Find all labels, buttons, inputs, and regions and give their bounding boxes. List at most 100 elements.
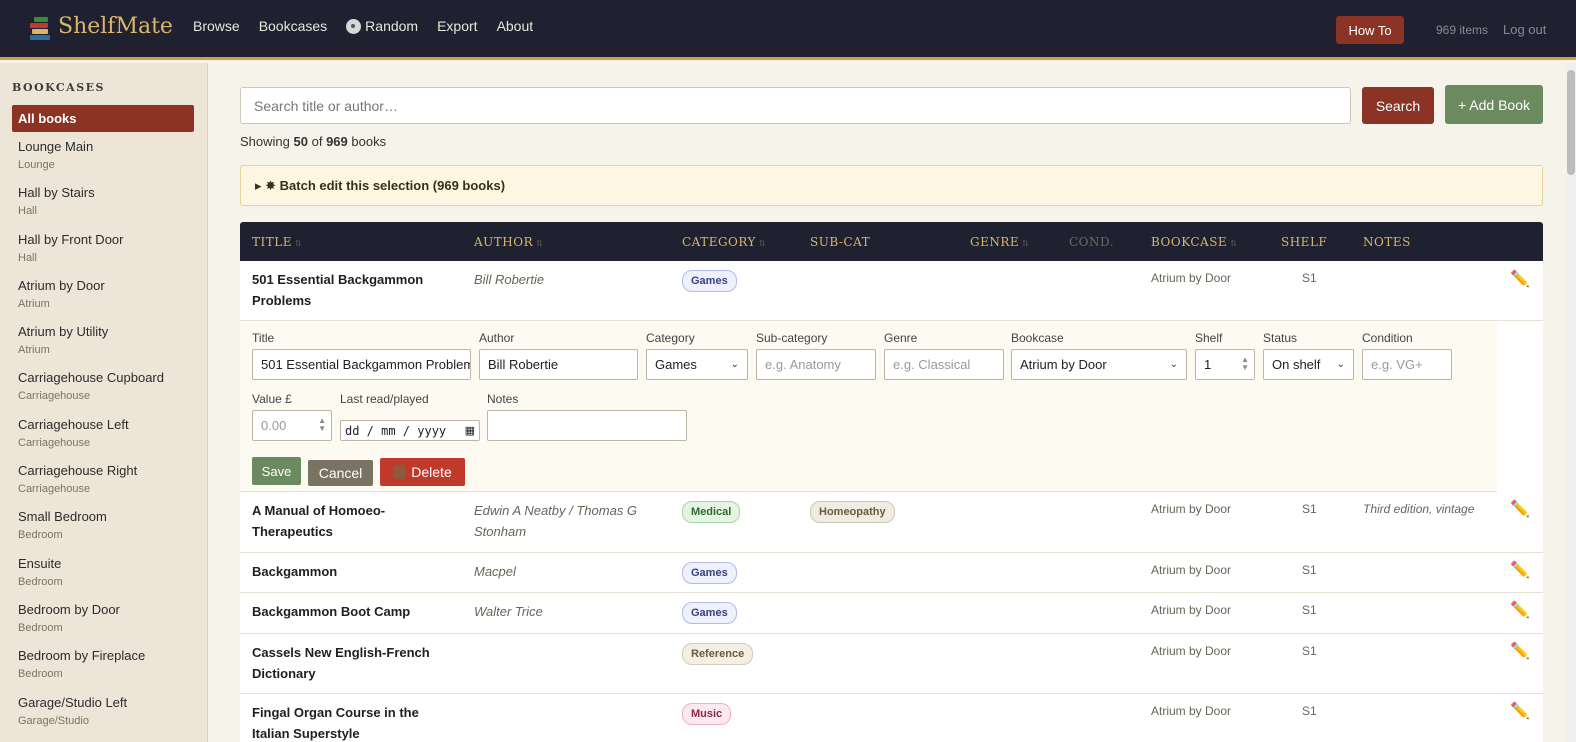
sidebar-item[interactable]: Atrium by Door Atrium: [18, 278, 164, 324]
date-field[interactable]: dd / mm / yyyy ▦: [340, 420, 480, 441]
table-row[interactable]: Fingal Organ Course in the Italian Super…: [240, 694, 1543, 742]
category-badge: Medical: [682, 500, 741, 523]
book-shelf: S1: [1302, 271, 1317, 285]
subcategory-field[interactable]: e.g. Anatomy: [756, 349, 876, 380]
pencil-icon[interactable]: ✏️: [1510, 701, 1530, 722]
sort-icon: ⇅: [294, 239, 303, 248]
book-title: Fingal Organ Course in the Italian Super…: [252, 705, 419, 741]
sidebar-item[interactable]: Hall by Front Door Hall: [18, 232, 164, 278]
category-badge: Reference: [682, 642, 754, 665]
category-badge: Games: [682, 269, 737, 292]
cancel-button[interactable]: Cancel: [308, 460, 373, 486]
sidebar-item[interactable]: Garage/Studio Left Garage/Studio: [18, 695, 164, 741]
category-pill: Music: [682, 703, 732, 725]
col-bookcase-label: BOOKCASE: [1151, 235, 1228, 249]
bookcase-list: Lounge Main Lounge Hall by Stairs Hall Hal…: [18, 139, 164, 741]
value-stepper[interactable]: 0.00 ▲ ▼: [252, 410, 332, 441]
room-name: Garage/Studio: [18, 714, 89, 727]
top-bar: ShelfMate Browse Bookcases Random Export…: [0, 0, 1576, 60]
bookcase-name: Ensuite: [18, 555, 62, 571]
status-select[interactable]: On shelf ⌄: [1263, 349, 1354, 380]
sidebar-item[interactable]: Small Bedroom Bedroom: [18, 509, 164, 555]
search-input[interactable]: [240, 87, 1351, 124]
pencil-icon[interactable]: ✏️: [1510, 269, 1530, 290]
sidebar-item[interactable]: Hall by Stairs Hall: [18, 185, 164, 231]
stepper-arrows-icon[interactable]: ▲ ▼: [318, 417, 326, 433]
room-name: Bedroom: [18, 621, 63, 634]
sidebar-item[interactable]: Carriagehouse Left Carriagehouse: [18, 417, 164, 463]
table-row[interactable]: Backgammon Macpel Games Atrium by Door S…: [240, 553, 1543, 593]
label-genre: Genre: [884, 331, 918, 345]
bookcase-name: Carriagehouse Right: [18, 463, 138, 479]
save-button[interactable]: Save: [252, 457, 301, 485]
chevron-down-icon: ⌄: [1336, 359, 1345, 370]
col-title[interactable]: TITLE ⇅: [252, 235, 302, 249]
label-condition: Condition: [1362, 331, 1413, 345]
pencil-icon[interactable]: ✏️: [1510, 560, 1530, 581]
book-bookcase: Atrium by Door: [1151, 704, 1232, 718]
category-value: Games: [655, 357, 697, 372]
book-bookcase: Atrium by Door: [1151, 271, 1232, 285]
calendar-icon[interactable]: ▦: [465, 424, 475, 437]
scrollbar-thumb[interactable]: [1567, 70, 1575, 175]
book-title: Backgammon Boot Camp: [252, 604, 411, 619]
nav-bookcases[interactable]: Bookcases: [259, 18, 327, 34]
search-button[interactable]: Search: [1362, 87, 1434, 124]
author-field[interactable]: Bill Robertie: [479, 349, 638, 380]
howto-button[interactable]: How To: [1336, 16, 1404, 44]
shelf-stepper[interactable]: 1 ▲ ▼: [1195, 349, 1255, 380]
genre-field[interactable]: e.g. Classical: [884, 349, 1004, 380]
condition-field[interactable]: e.g. VG+: [1362, 349, 1452, 380]
bookcase-name: Atrium by Door: [18, 277, 105, 293]
nav-export[interactable]: Export: [437, 18, 477, 34]
table-row[interactable]: A Manual of Homoeo-Therapeutics Edwin A …: [240, 492, 1543, 553]
sidebar-heading: BOOKCASES: [12, 81, 105, 94]
logout-link[interactable]: Log out: [1503, 22, 1546, 37]
sidebar-item[interactable]: Lounge Main Lounge: [18, 139, 164, 185]
book-shelf: S1: [1302, 704, 1317, 718]
delete-button[interactable]: Delete: [380, 458, 465, 486]
pencil-icon[interactable]: ✏️: [1510, 600, 1530, 621]
batch-edit-toggle[interactable]: ▸ ✸ Batch edit this selection (969 books…: [240, 165, 1543, 206]
stepper-arrows-icon[interactable]: ▲ ▼: [1241, 356, 1249, 372]
logo[interactable]: ShelfMate: [30, 14, 173, 40]
room-name: Hall: [18, 205, 37, 218]
bookcase-name: Carriagehouse Cupboard: [18, 370, 164, 386]
add-book-button[interactable]: + Add Book: [1445, 85, 1543, 124]
book-author: Edwin A Neatby / Thomas G Stonham: [474, 503, 638, 539]
bookcase-select[interactable]: Atrium by Door ⌄: [1011, 349, 1187, 380]
sidebar-item[interactable]: Ensuite Bedroom: [18, 556, 164, 602]
room-name: Carriagehouse: [18, 436, 91, 449]
col-bookcase[interactable]: BOOKCASE ⇅: [1151, 235, 1237, 249]
col-category[interactable]: CATEGORY ⇅: [682, 235, 766, 249]
sidebar-item-all-books[interactable]: All books: [12, 105, 194, 132]
col-author-label: AUTHOR: [474, 235, 534, 249]
col-author[interactable]: AUTHOR ⇅: [474, 235, 543, 249]
table-row[interactable]: Backgammon Boot Camp Walter Trice Games …: [240, 593, 1543, 634]
col-genre[interactable]: GENRE ⇅: [970, 235, 1029, 249]
book-bookcase: Atrium by Door: [1151, 603, 1232, 617]
table-row[interactable]: Cassels New English-French Dictionary Re…: [240, 634, 1543, 694]
result-summary: Showing 50 of 969 books: [240, 134, 386, 149]
table-row[interactable]: 501 Essential Backgammon Problems Bill R…: [240, 261, 1543, 321]
category-select[interactable]: Games ⌄: [646, 349, 748, 380]
status-value: On shelf: [1272, 357, 1321, 372]
label-notes: Notes: [487, 392, 519, 406]
pencil-icon[interactable]: ✏️: [1510, 641, 1530, 662]
sidebar: BOOKCASES All books Lounge Main Lounge Ha…: [0, 63, 208, 742]
nav-about[interactable]: About: [497, 18, 534, 34]
sidebar-item[interactable]: Atrium by Utility Atrium: [18, 324, 164, 370]
category-pill: Games: [682, 562, 737, 584]
nav-random[interactable]: Random: [346, 18, 418, 34]
bookcase-name: Hall by Front Door: [18, 231, 124, 247]
notes-field[interactable]: [487, 410, 687, 441]
sidebar-item[interactable]: Bedroom by Door Bedroom: [18, 602, 164, 648]
sidebar-item[interactable]: Carriagehouse Right Carriagehouse: [18, 463, 164, 509]
sidebar-item[interactable]: Bedroom by Fireplace Bedroom: [18, 648, 164, 694]
nav-browse[interactable]: Browse: [193, 18, 240, 34]
subcat-badge: Homeopathy: [810, 500, 895, 523]
sidebar-item[interactable]: Carriagehouse Cupboard Carriagehouse: [18, 370, 164, 416]
room-name: Lounge: [18, 159, 55, 171]
title-field[interactable]: 501 Essential Backgammon Problem: [252, 349, 471, 380]
pencil-icon[interactable]: ✏️: [1510, 499, 1530, 520]
